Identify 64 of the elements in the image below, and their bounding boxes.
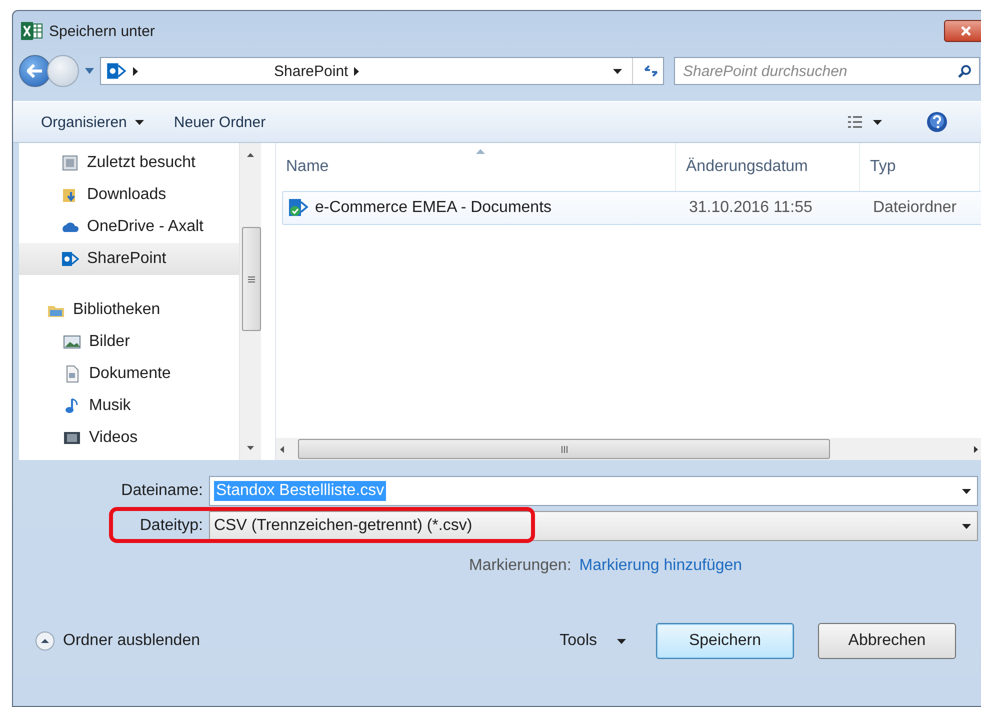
field-label: Dateiname: — [120, 482, 204, 500]
sidebar-item[interactable]: Downloads — [19, 179, 239, 211]
table-cell: e-Commerce EMEA - Documents — [315, 199, 552, 217]
sidebar-item[interactable]: Musik — [19, 390, 239, 422]
tags-label: Markierungen: — [469, 557, 572, 575]
search-field[interactable]: SharePoint durchsuchen — [674, 57, 980, 85]
spreadsheet-app-icon — [21, 21, 43, 41]
dropdown-arrow-icon — [962, 488, 971, 494]
dropdown-arrow-icon — [962, 524, 971, 528]
scroll-right-icon — [974, 446, 978, 452]
vertical-scrollbar[interactable] — [239, 143, 261, 460]
grip-icon — [560, 446, 568, 452]
tools-button[interactable]: Tools — [554, 628, 632, 654]
address-bar[interactable]: SharePoint — [100, 57, 664, 85]
sort-arrow-icon — [476, 149, 484, 154]
left-arrow-icon — [27, 64, 43, 78]
sidebar-item[interactable]: Bilder — [19, 326, 239, 358]
sharepoint-icon — [105, 61, 127, 81]
list-view-icon — [847, 115, 863, 129]
sharepoint-folder-icon — [287, 197, 309, 219]
dropdown-arrow-icon — [613, 68, 622, 74]
add-tag-link[interactable]: Markierung hinzufügen — [579, 557, 742, 575]
back-button[interactable] — [19, 55, 51, 87]
search-icon — [958, 64, 972, 78]
refresh-icon[interactable] — [643, 64, 659, 78]
sidebar-item[interactable]: Zuletzt besucht — [19, 147, 239, 179]
scroll-left-icon — [280, 446, 284, 452]
toolbar-button[interactable]: Neuer Ordner — [166, 110, 274, 134]
scroll-thumb[interactable] — [242, 227, 261, 331]
scroll-down-icon — [247, 446, 254, 450]
dialog-button[interactable]: Speichern — [656, 623, 794, 659]
sharepoint-icon — [61, 250, 79, 268]
chevron-icon — [133, 66, 138, 76]
dropdown-arrow-icon — [617, 638, 626, 644]
close-icon — [961, 26, 971, 36]
sidebar-item[interactable]: Dokumente — [19, 358, 239, 390]
dropdown-arrow-icon — [873, 120, 882, 124]
file-row[interactable]: e-Commerce EMEA - Documents 31.10.2016 11:55 Dateiordner — [282, 191, 981, 225]
scroll-up-icon — [247, 153, 254, 157]
recent-icon — [61, 154, 79, 172]
pictures-icon — [63, 333, 81, 351]
scroll-thumb[interactable] — [298, 439, 830, 459]
horizontal-scrollbar[interactable] — [276, 438, 981, 460]
sidebar-item[interactable]: Bibliotheken — [19, 294, 239, 326]
file-type-dropdown[interactable]: CSV (Trennzeichen-getrennt) (*.csv) — [209, 511, 978, 541]
chevron-icon — [354, 66, 360, 76]
window-title: Speichern unter — [49, 22, 155, 40]
collapse-icon — [35, 631, 55, 651]
dialog-button[interactable]: Abbrechen — [818, 623, 956, 659]
videos-icon — [63, 429, 81, 447]
field-label: Dateityp: — [138, 517, 204, 535]
dropdown-arrow-icon — [134, 120, 144, 124]
forward-button[interactable] — [47, 55, 79, 87]
history-dropdown-icon[interactable] — [85, 68, 94, 74]
close-button[interactable] — [944, 20, 981, 42]
table-cell: Dateiordner — [873, 199, 957, 217]
toolbar-button[interactable]: Organisieren — [33, 110, 152, 134]
help-icon[interactable] — [926, 111, 948, 133]
sidebar-item[interactable]: OneDrive - Axalt — [19, 211, 239, 243]
grip-icon — [248, 276, 255, 282]
sidebar-item[interactable]: SharePoint — [19, 243, 239, 275]
hide-folders-button[interactable]: Ordner ausblenden — [35, 631, 200, 651]
table-cell: 31.10.2016 11:55 — [689, 199, 812, 217]
sidebar-item[interactable]: Videos — [19, 422, 239, 454]
